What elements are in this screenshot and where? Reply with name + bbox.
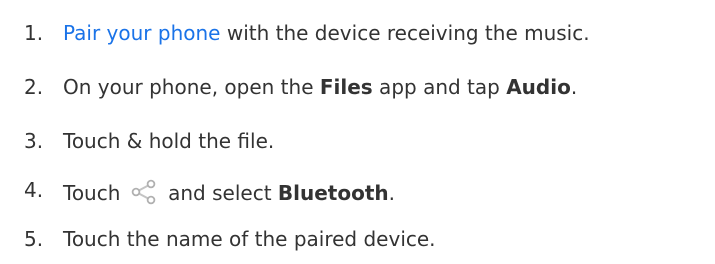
step-3: 3. Touch & hold the file.: [0, 125, 715, 157]
step-number: 1.: [24, 21, 44, 45]
step-number: 2.: [24, 75, 44, 99]
step-text-before: Touch: [63, 181, 127, 205]
step-number: 3.: [24, 129, 44, 153]
step-1: 1. Pair your phone with the device recei…: [0, 17, 715, 49]
step-text: Pair your phone with the device receivin…: [63, 17, 590, 49]
step-text: Touch & hold the file.: [63, 129, 275, 153]
step-text-after: .: [570, 75, 578, 99]
step-text-middle: and select: [161, 181, 278, 205]
step-text-before: On your phone, open the: [63, 75, 320, 99]
step-text-after: .: [388, 181, 395, 205]
step-2: 2. On your phone, open the Files app and…: [0, 71, 715, 103]
step-text: Touch the name of the paired device.: [63, 227, 436, 251]
step-text: On your phone, open the Files app and ta…: [63, 71, 577, 103]
files-app-label: Files: [319, 75, 373, 99]
pair-phone-link[interactable]: Pair your phone: [63, 21, 220, 45]
step-text-middle: app and tap: [372, 75, 507, 99]
step-4: 4. Touch and select Bluetooth.: [0, 177, 715, 209]
step-5: 5. Touch the name of the paired device.: [0, 223, 715, 255]
step-text-after: with the device receiving the music.: [220, 21, 590, 45]
share-icon: [130, 178, 158, 206]
bluetooth-label: Bluetooth: [277, 181, 389, 205]
step-number: 4.: [24, 178, 44, 202]
step-text: Touch and select Bluetooth.: [63, 177, 395, 209]
audio-label: Audio: [506, 75, 571, 99]
step-number: 5.: [24, 227, 44, 251]
